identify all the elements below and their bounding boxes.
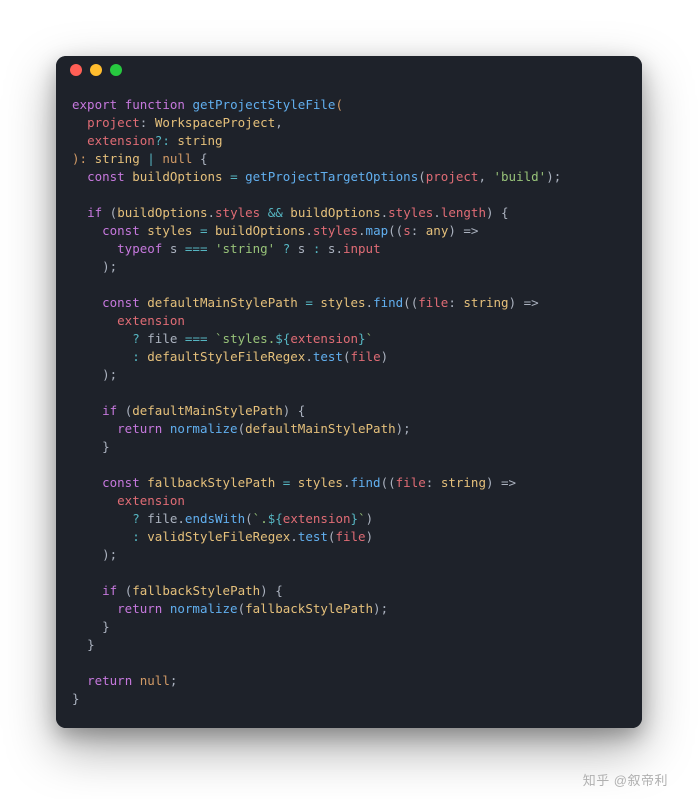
minimize-icon[interactable] [90, 64, 102, 76]
code-window: export function getProjectStyleFile( pro… [56, 56, 642, 728]
code-block: export function getProjectStyleFile( pro… [56, 84, 642, 728]
titlebar [56, 56, 642, 84]
code-content: export function getProjectStyleFile( pro… [72, 96, 626, 708]
close-icon[interactable] [70, 64, 82, 76]
zoom-icon[interactable] [110, 64, 122, 76]
watermark: 知乎 @叙帝利 [583, 770, 668, 789]
